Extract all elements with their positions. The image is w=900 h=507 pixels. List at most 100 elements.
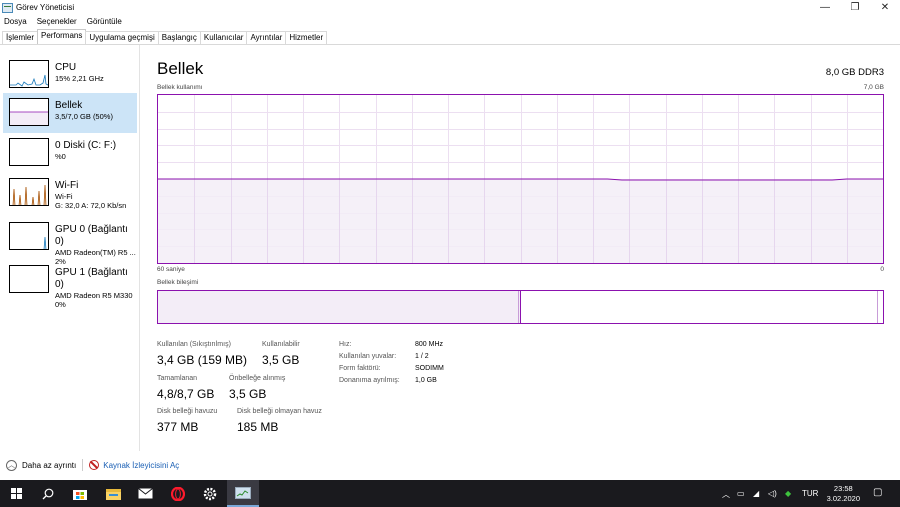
graph-time-start: 60 saniye (157, 266, 185, 273)
sidebar-item-wifi[interactable]: Wi-Fi Wi-Fi G: 32,0 A: 72,0 Kb/sn (3, 173, 137, 213)
opera-icon-svg (171, 486, 185, 501)
input-language-indicator[interactable]: TUR (802, 489, 818, 498)
tab-strip: İşlemler Performans Uygulama geçmişi Baş… (2, 29, 328, 44)
open-resource-monitor-link[interactable]: Kaynak İzleyicisini Aç (103, 461, 179, 470)
clock-time: 23:58 (833, 484, 853, 493)
tab-performance[interactable]: Performans (37, 29, 87, 44)
task-manager-taskbar-svg (235, 486, 251, 499)
sidebar-item-disk[interactable]: 0 Diski (C: F:) %0 (3, 133, 137, 173)
store-icon[interactable] (64, 480, 96, 507)
slots-value: 1 / 2 (415, 353, 429, 360)
sidebar-cpu-title: CPU (55, 62, 77, 73)
taskbar: ︿ ▭ ◢ ◁) ◆ TUR 23:58 3.02.2020 ▢ (0, 480, 900, 507)
sidebar-wifi-title: Wi-Fi (55, 180, 79, 191)
mail-icon[interactable] (129, 480, 161, 507)
composition-free (521, 291, 878, 323)
show-hidden-icons-chevron-icon[interactable]: ︿ (722, 489, 730, 500)
menu-options[interactable]: Seçenekler (37, 17, 77, 26)
gpu1-thumbnail-graph (9, 265, 49, 293)
notification-center-icon[interactable]: ▢ (873, 487, 882, 498)
tab-details[interactable]: Ayrıntılar (246, 31, 287, 44)
footer-separator (82, 459, 84, 471)
task-manager-app-icon (2, 2, 13, 13)
sidebar-disk-detail: %0 (55, 152, 66, 161)
cpu-thumb-line (10, 74, 48, 87)
minimize-button[interactable]: — (810, 0, 840, 15)
page-title: Bellek (157, 59, 204, 78)
memory-usage-svg (158, 95, 883, 263)
menu-file[interactable]: Dosya (4, 17, 27, 26)
committed-label: Tamamlanan (157, 375, 198, 382)
opera-inner (175, 488, 181, 499)
resource-monitor-icon (89, 460, 100, 470)
close-button[interactable]: ✕ (870, 0, 900, 15)
menu-view[interactable]: Görüntüle (87, 17, 122, 26)
sidebar-wifi-throughput: G: 32,0 A: 72,0 Kb/sn (55, 201, 127, 210)
chevron-up-icon[interactable]: ︿ (6, 459, 17, 471)
graph-time-end: 0 (880, 266, 884, 273)
sidebar-disk-title: 0 Diski (C: F:) (55, 140, 117, 151)
sidebar-memory-detail: 3,5/7,0 GB (50%) (55, 112, 113, 121)
fewer-details-button[interactable]: Daha az ayrıntı (22, 461, 76, 470)
search-icon[interactable] (32, 480, 64, 507)
store-q4 (80, 496, 84, 499)
search-icon-svg (42, 488, 54, 499)
wifi-thumb-svg (12, 184, 47, 205)
nonpaged-pool-label: Disk belleği olmayan havuz (237, 408, 322, 415)
in-use-label: Kullanılan (Sıkıştırılmış) (157, 341, 231, 348)
search-lens (44, 488, 54, 497)
win-tile-4 (16, 494, 22, 499)
network-wifi-icon[interactable]: ◢ (753, 489, 759, 498)
task-manager-icon[interactable] (227, 480, 259, 507)
available-value: 3,5 GB (262, 353, 300, 367)
memory-thumbnail-graph (9, 98, 49, 126)
hardware-reserved-label: Donanıma ayrılmış: (339, 377, 400, 384)
opera-icon[interactable] (162, 480, 194, 507)
nonpaged-pool-value: 185 MB (237, 420, 279, 434)
win-tile-3 (10, 494, 16, 499)
speed-label: Hız: (339, 341, 352, 348)
sidebar-item-gpu0[interactable]: GPU 0 (Bağlantı 0) AMD Radeon(TM) R5 ...… (3, 217, 137, 266)
cpu-thumb-svg (10, 74, 48, 87)
form-factor-value: SODIMM (415, 365, 444, 372)
sidebar-item-memory[interactable]: Bellek 3,5/7,0 GB (50%) (3, 93, 137, 133)
paged-pool-value: 377 MB (157, 420, 199, 434)
tab-startup[interactable]: Başlangıç (157, 31, 201, 44)
memory-spec: 8,0 GB DDR3 (825, 67, 884, 78)
sidebar-item-cpu[interactable]: CPU 15% 2,21 GHz (3, 55, 137, 95)
tab-users[interactable]: Kullanıcılar (199, 31, 248, 44)
sidebar-item-gpu1[interactable]: GPU 1 (Bağlantı 0) AMD Radeon R5 M330 0% (3, 260, 137, 309)
battery-icon[interactable]: ▭ (737, 489, 745, 498)
memory-usage-graph (157, 94, 884, 264)
sidebar-gpu1-title: GPU 1 (Bağlantı 0) (55, 267, 128, 290)
folder-strip (108, 493, 118, 496)
maximize-button[interactable]: ❐ (840, 0, 870, 15)
speed-value: 800 MHz (415, 341, 444, 348)
memory-thumb-fill (10, 112, 48, 125)
taskbar-clock[interactable]: 23:58 3.02.2020 (827, 484, 860, 504)
settings-icon[interactable] (194, 480, 226, 507)
in-use-value: 3,4 GB (159 MB) (157, 353, 248, 367)
wifi-thumb-line (12, 184, 47, 205)
tab-processes[interactable]: İşlemler (2, 31, 39, 44)
mail-icon-svg (137, 488, 153, 499)
store-bag (73, 490, 87, 500)
volume-icon[interactable]: ◁) (768, 489, 777, 498)
cpu-thumbnail-graph (9, 60, 49, 88)
sidebar-cpu-detail: 15% 2,21 GHz (55, 74, 104, 83)
sidebar-gpu1-model: AMD Radeon R5 M330 (55, 291, 133, 300)
tab-app-history[interactable]: Uygulama geçmişi (85, 31, 159, 44)
usage-graph-max: 7,0 GB (863, 84, 884, 91)
tab-services[interactable]: Hizmetler (285, 31, 328, 44)
cached-label: Önbelleğe alınmış (229, 375, 286, 382)
available-label: Kullanılabilir (262, 341, 300, 348)
form-factor-label: Form faktörü: (339, 365, 381, 372)
windows-start-icon[interactable] (0, 480, 32, 507)
settings-gear-svg (203, 487, 217, 500)
security-shield-icon[interactable]: ◆ (785, 489, 791, 498)
win-tile-1 (10, 488, 16, 493)
gpu0-thumbnail-graph (9, 222, 49, 250)
file-explorer-icon[interactable] (97, 480, 129, 507)
clock-date: 3.02.2020 (826, 494, 860, 503)
memory-thumb-svg (10, 99, 48, 125)
